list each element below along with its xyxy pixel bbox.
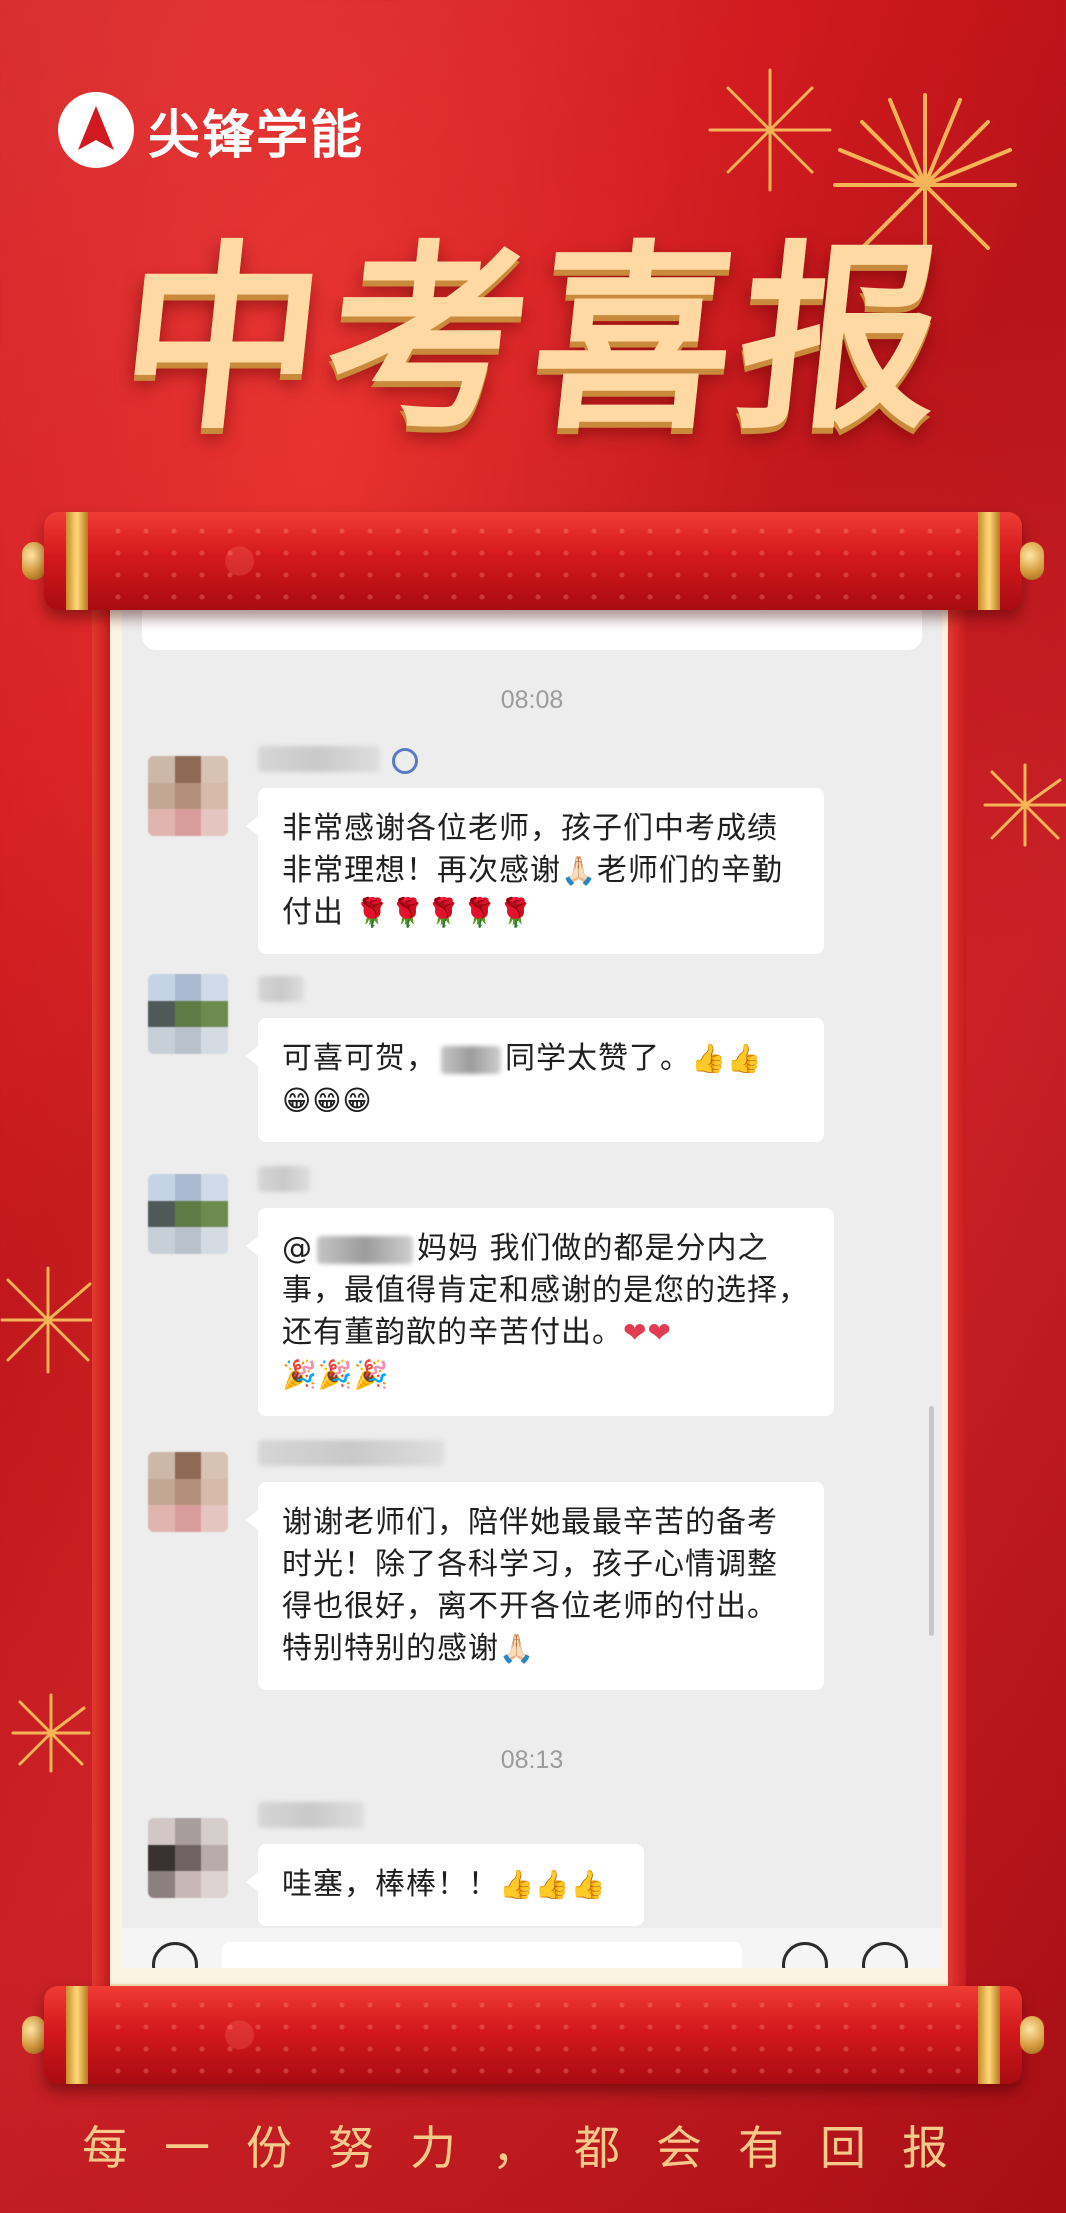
chat-timestamp: 08:13	[500, 1746, 564, 1774]
page-title: 中考喜报	[109, 222, 959, 457]
message-bubble[interactable]: 谢谢老师们，陪伴她最最辛苦的备考时光！除了各科学习，孩子心情调整得也很好，离不开…	[246, 1482, 824, 1690]
firework-decoration	[708, 68, 832, 192]
firework-decoration	[0, 1266, 96, 1374]
voice-icon[interactable]	[152, 1942, 198, 1968]
avatar[interactable]	[148, 1818, 228, 1898]
scroll-edge	[948, 600, 966, 1990]
chat-input-bar	[122, 1928, 942, 1968]
redacted-name	[441, 1045, 501, 1074]
verified-icon	[392, 748, 418, 774]
scroll-roller-bottom	[22, 1986, 1044, 2084]
message-bubble[interactable]: @ 妈妈 我们做的都是分内之事，最值得肯定和感谢的是您的选择，还有董韵歆的辛苦付出…	[246, 1208, 834, 1416]
message-bubble[interactable]: 可喜可贺， 同学太赞了。👍👍 😁😁😁	[246, 1018, 824, 1142]
message-bubble[interactable]: 非常感谢各位老师，孩子们中考成绩非常理想！再次感谢🙏🏻老师们的辛勤付出 🌹🌹🌹🌹…	[246, 788, 824, 954]
sender-name	[258, 976, 304, 1002]
firework-decoration	[11, 1693, 91, 1773]
avatar[interactable]	[148, 1174, 228, 1254]
sender-name	[258, 1166, 310, 1192]
message-input[interactable]	[222, 1942, 742, 1968]
scrollbar[interactable]	[929, 1406, 934, 1636]
add-icon[interactable]	[862, 1942, 908, 1968]
chat-screenshot: 08:08 非常感谢各位老师，孩子们中考成绩非常理想！再次感谢🙏🏻老师们的辛勤付…	[122, 606, 942, 1968]
emoji-icon[interactable]	[782, 1942, 828, 1968]
avatar[interactable]	[148, 1452, 228, 1532]
chat-timestamp: 08:08	[500, 686, 564, 714]
avatar[interactable]	[148, 974, 228, 1054]
sender-name	[258, 1440, 444, 1466]
redacted-name	[317, 1235, 413, 1264]
message-bubble[interactable]: 哇塞，棒棒！！👍👍👍	[246, 1844, 644, 1926]
sender-name	[258, 746, 380, 772]
brand-logo: 尖锋学能	[58, 92, 364, 168]
arrow-up-logo-icon	[58, 92, 134, 168]
previous-message-card	[142, 606, 922, 650]
sender-name	[258, 1802, 364, 1828]
slogan: 每一份努力，都会有回报	[82, 2121, 984, 2175]
scroll-edge	[92, 600, 110, 1990]
scroll-roller-top	[22, 512, 1044, 610]
avatar[interactable]	[148, 756, 228, 836]
brand-name: 尖锋学能	[148, 105, 365, 166]
firework-decoration	[983, 763, 1066, 847]
